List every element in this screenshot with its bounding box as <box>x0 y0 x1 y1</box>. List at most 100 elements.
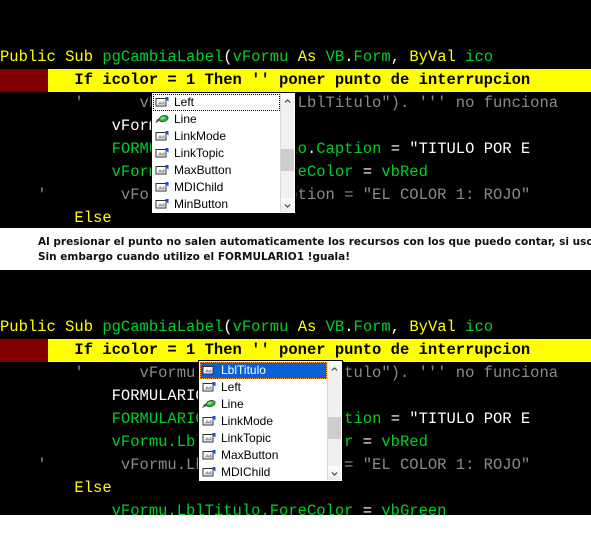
property-icon <box>155 96 170 109</box>
code-token: ByVal <box>409 318 466 336</box>
autocomplete-item[interactable]: Left <box>153 94 280 111</box>
code-token: vFormu <box>232 318 298 336</box>
code-token: = <box>353 502 382 515</box>
note-line-2: Sin embargo cuando utilizo el FORMULARIO… <box>38 251 351 263</box>
code-token: = <box>381 410 410 428</box>
autocomplete-scrollbar-thumb-top[interactable] <box>281 149 294 171</box>
autocomplete-item-label: MaxButton <box>221 448 279 462</box>
code-token: . <box>344 318 354 336</box>
code-token: = <box>353 433 382 451</box>
code-token: If icolor = 1 Then '' poner punto de int… <box>0 71 531 89</box>
code-token: As <box>297 318 326 336</box>
member-autocomplete-top[interactable]: Left Line LinkMode LinkTopic MaxButton MDIChi… <box>151 92 296 214</box>
autocomplete-item[interactable]: LinkMode <box>200 413 327 430</box>
autocomplete-scrollbar-thumb-bottom[interactable] <box>328 417 341 439</box>
code-token: Form <box>353 48 391 66</box>
code-token: VB <box>325 48 345 66</box>
screenshot-root: Public Sub pgCambiaLabel(vFormu As VB.Fo… <box>0 0 591 557</box>
line-icon <box>202 398 217 411</box>
autocomplete-item[interactable]: LinkMode <box>153 128 280 145</box>
autocomplete-item[interactable]: MDIChild <box>153 179 280 196</box>
code-token: ( <box>223 48 233 66</box>
code-token: Else <box>0 479 112 497</box>
code-token: vFormu.LblTitulo.ForeColor <box>0 502 354 515</box>
code-line[interactable]: Public Sub pgCambiaLabel(vFormu As VB.Fo… <box>0 316 591 339</box>
code-token: = <box>381 140 410 158</box>
breakpoint-marker[interactable] <box>0 339 48 362</box>
property-icon <box>202 449 217 462</box>
autocomplete-item-label: MaxButton <box>174 163 232 177</box>
autocomplete-item-label: Left <box>221 380 242 394</box>
code-token: pgCambiaLabel <box>102 318 224 336</box>
autocomplete-item-label: MDIChild <box>174 180 224 194</box>
property-icon <box>155 198 170 211</box>
autocomplete-item-label: LinkMode <box>221 414 274 428</box>
member-autocomplete-bottom[interactable]: LblTitulo Left Line LinkMode LinkTopic MaxBut… <box>198 360 343 482</box>
property-icon <box>202 415 217 428</box>
code-token: ( <box>223 318 233 336</box>
autocomplete-item-label: LinkTopic <box>174 146 225 160</box>
chevron-down-icon[interactable] <box>328 466 341 480</box>
chevron-up-icon[interactable] <box>281 94 294 108</box>
code-token: As <box>297 48 326 66</box>
autocomplete-item[interactable]: Line <box>153 111 280 128</box>
code-token: ico <box>465 48 494 66</box>
code-token: ico <box>465 318 494 336</box>
autocomplete-item-label: Line <box>221 397 244 411</box>
chevron-up-icon[interactable] <box>328 362 341 376</box>
autocomplete-item[interactable]: Line <box>200 396 327 413</box>
code-token: Public Sub <box>0 318 103 336</box>
property-icon <box>202 432 217 445</box>
autocomplete-items-bottom[interactable]: LblTitulo Left Line LinkMode LinkTopic MaxBut… <box>200 362 327 480</box>
code-token: If icolor = 1 Then '' poner punto de int… <box>0 341 531 359</box>
code-token: Caption <box>316 140 382 158</box>
property-icon <box>155 147 170 160</box>
code-line[interactable]: vFormu.LblTitulo.ForeColor = vbGreen <box>0 500 591 515</box>
property-icon <box>155 164 170 177</box>
autocomplete-item[interactable]: LinkTopic <box>200 430 327 447</box>
autocomplete-item[interactable]: LblTitulo <box>200 362 327 379</box>
code-token: "TITULO POR E <box>409 140 531 158</box>
autocomplete-item[interactable]: MaxButton <box>153 162 280 179</box>
autocomplete-item-label: LblTitulo <box>221 363 266 377</box>
code-token: vbGreen <box>381 502 447 515</box>
code-line[interactable]: If icolor = 1 Then '' poner punto de int… <box>0 339 591 362</box>
autocomplete-item-label: MDIChild <box>221 465 271 479</box>
autocomplete-item-label: Left <box>174 95 195 109</box>
autocomplete-item[interactable]: MinButton <box>153 196 280 212</box>
code-token: Form <box>353 318 391 336</box>
property-icon <box>202 466 217 479</box>
code-token: vbRed <box>381 433 428 451</box>
code-token: VB <box>325 318 345 336</box>
property-icon <box>155 130 170 143</box>
code-token: pgCambiaLabel <box>102 48 224 66</box>
autocomplete-item[interactable]: MDIChild <box>200 464 327 480</box>
code-token: = <box>353 163 382 181</box>
autocomplete-item[interactable]: LinkTopic <box>153 145 280 162</box>
autocomplete-item[interactable]: MaxButton <box>200 447 327 464</box>
property-icon <box>202 364 217 377</box>
autocomplete-item[interactable]: Left <box>200 379 327 396</box>
autocomplete-scrollbar-bottom[interactable] <box>327 362 341 480</box>
autocomplete-items-top[interactable]: Left Line LinkMode LinkTopic MaxButton MDIChi… <box>153 94 280 212</box>
code-token: "TITULO POR E <box>409 410 531 428</box>
autocomplete-item-label: MinButton <box>174 197 229 211</box>
page-bottom-margin <box>0 515 591 557</box>
autocomplete-item-label: LinkTopic <box>221 431 272 445</box>
code-token: vbRed <box>381 163 428 181</box>
code-token: . <box>344 48 354 66</box>
code-token: Else <box>0 209 112 227</box>
chevron-down-icon[interactable] <box>281 198 294 212</box>
property-icon <box>155 181 170 194</box>
code-token: Public Sub <box>0 48 103 66</box>
autocomplete-scrollbar-top[interactable] <box>280 94 294 212</box>
explanatory-note: Al presionar el punto no salen automatic… <box>0 228 591 270</box>
code-token: ByVal <box>409 48 466 66</box>
code-line[interactable]: Public Sub pgCambiaLabel(vFormu As VB.Fo… <box>0 46 591 69</box>
breakpoint-marker[interactable] <box>0 69 48 92</box>
autocomplete-item-label: LinkMode <box>174 129 227 143</box>
code-token: , <box>390 48 410 66</box>
line-icon <box>155 113 170 126</box>
autocomplete-item-label: Line <box>174 112 197 126</box>
code-line[interactable]: If icolor = 1 Then '' poner punto de int… <box>0 69 591 92</box>
